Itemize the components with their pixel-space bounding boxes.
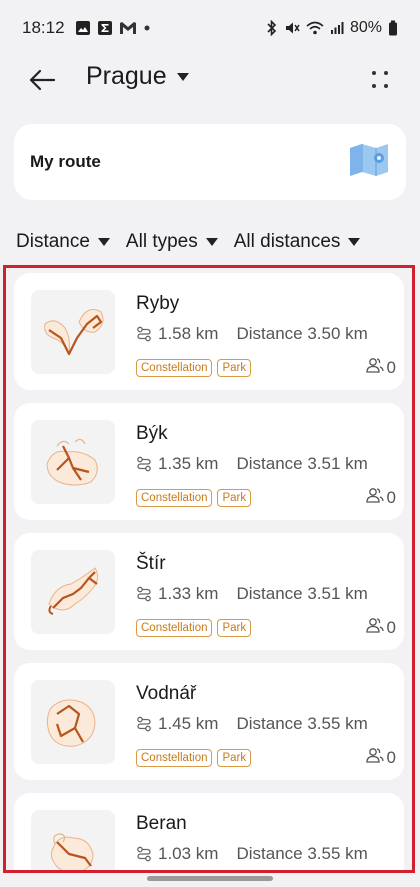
route-meta: 1.03 km Distance 3.55 km <box>136 844 368 864</box>
battery-percent: 80% <box>349 19 382 36</box>
route-tags: Constellation Park <box>136 619 252 637</box>
route-list[interactable]: Ryby 1.58 km Distance 3.50 km Constellat… <box>3 265 415 873</box>
participants-value: 0 <box>386 747 396 767</box>
tag-badge: Park <box>217 749 252 767</box>
route-meta: 1.33 km Distance 3.51 km <box>136 584 368 604</box>
status-time: 18:12 <box>22 18 65 37</box>
route-tags: Constellation Park <box>136 749 252 767</box>
sigma-app-icon <box>97 20 113 36</box>
route-icon <box>136 716 152 732</box>
route-tags: Constellation Park <box>136 489 252 507</box>
gallery-icon <box>75 20 91 36</box>
more-options-button[interactable] <box>366 66 394 94</box>
back-button[interactable] <box>26 64 58 96</box>
pisces-constellation-icon <box>31 290 115 374</box>
filter-bar: Distance All types All distances <box>16 228 420 256</box>
participants-value: 0 <box>386 617 396 637</box>
filter-label: All distances <box>233 231 341 252</box>
route-name: Býk <box>136 423 168 444</box>
tag-badge: Park <box>217 489 252 507</box>
route-length: 1.03 km <box>158 844 219 863</box>
users-icon <box>365 487 384 508</box>
my-route-card[interactable]: My route <box>14 124 406 200</box>
dot-icon <box>143 24 151 32</box>
tag-badge: Constellation <box>136 359 213 377</box>
users-icon <box>365 617 384 638</box>
route-meta: 1.45 km Distance 3.55 km <box>136 714 368 734</box>
gmail-icon <box>119 21 137 35</box>
route-name: Ryby <box>136 293 180 314</box>
taurus-constellation-icon <box>31 420 115 504</box>
route-name: Beran <box>136 813 187 834</box>
aries-constellation-icon <box>31 810 115 870</box>
mute-icon <box>284 20 300 36</box>
bluetooth-icon <box>266 20 278 36</box>
route-distance: Distance 3.51 km <box>236 584 368 603</box>
my-route-label: My route <box>30 152 101 171</box>
city-selector[interactable]: Prague <box>86 62 189 91</box>
tag-badge: Park <box>217 619 252 637</box>
status-left: 18:12 <box>22 18 151 38</box>
route-icon <box>136 326 152 342</box>
route-name: Štír <box>136 553 166 574</box>
filter-label: All types <box>125 231 198 252</box>
status-bar: 18:12 80% <box>0 0 420 56</box>
signal-icon <box>330 21 344 35</box>
more-dots-icon <box>372 71 388 88</box>
status-right: 80% <box>266 19 398 37</box>
filter-label: Distance <box>16 231 90 252</box>
app-header: Prague <box>0 56 420 104</box>
route-distance: Distance 3.50 km <box>236 324 368 343</box>
participants-count: 0 <box>365 487 396 508</box>
map-icon <box>348 141 390 184</box>
chevron-down-icon <box>348 238 361 246</box>
route-length: 1.45 km <box>158 714 219 733</box>
list-item[interactable]: Býk 1.35 km Distance 3.51 km Constellati… <box>14 403 404 520</box>
wifi-icon <box>306 21 324 35</box>
chevron-down-icon <box>205 238 218 246</box>
scorpio-constellation-icon <box>31 550 115 634</box>
route-distance: Distance 3.55 km <box>236 844 368 863</box>
battery-icon <box>388 20 398 36</box>
chevron-down-icon <box>97 238 110 246</box>
participants-count: 0 <box>365 617 396 638</box>
city-name: Prague <box>86 62 167 90</box>
list-item[interactable]: Štír 1.33 km Distance 3.51 km Constellat… <box>14 533 404 650</box>
tag-badge: Constellation <box>136 489 213 507</box>
route-meta: 1.35 km Distance 3.51 km <box>136 454 368 474</box>
route-length: 1.33 km <box>158 584 219 603</box>
home-indicator[interactable] <box>147 876 273 881</box>
route-tags: Constellation Park <box>136 359 252 377</box>
route-icon <box>136 456 152 472</box>
tag-badge: Park <box>217 359 252 377</box>
route-icon <box>136 586 152 602</box>
aquarius-constellation-icon <box>31 680 115 764</box>
tag-badge: Constellation <box>136 749 213 767</box>
participants-count: 0 <box>365 357 396 378</box>
chevron-down-icon <box>176 72 189 81</box>
route-distance: Distance 3.51 km <box>236 454 368 473</box>
route-list-inner: Ryby 1.58 km Distance 3.50 km Constellat… <box>14 273 404 870</box>
participants-value: 0 <box>386 487 396 507</box>
back-arrow-icon <box>29 69 56 91</box>
filter-types[interactable]: All types <box>126 231 218 253</box>
route-length: 1.35 km <box>158 454 219 473</box>
route-icon <box>136 846 152 862</box>
route-name: Vodnář <box>136 683 197 704</box>
tag-badge: Constellation <box>136 619 213 637</box>
route-meta: 1.58 km Distance 3.50 km <box>136 324 368 344</box>
filter-distances[interactable]: All distances <box>234 231 361 253</box>
participants-count: 0 <box>365 747 396 768</box>
list-item[interactable]: Beran 1.03 km Distance 3.55 km <box>14 793 404 870</box>
route-distance: Distance 3.55 km <box>236 714 368 733</box>
users-icon <box>365 357 384 378</box>
list-item[interactable]: Ryby 1.58 km Distance 3.50 km Constellat… <box>14 273 404 390</box>
filter-distance[interactable]: Distance <box>16 231 110 253</box>
list-item[interactable]: Vodnář 1.45 km Distance 3.55 km Constell… <box>14 663 404 780</box>
users-icon <box>365 747 384 768</box>
route-length: 1.58 km <box>158 324 219 343</box>
participants-value: 0 <box>386 357 396 377</box>
